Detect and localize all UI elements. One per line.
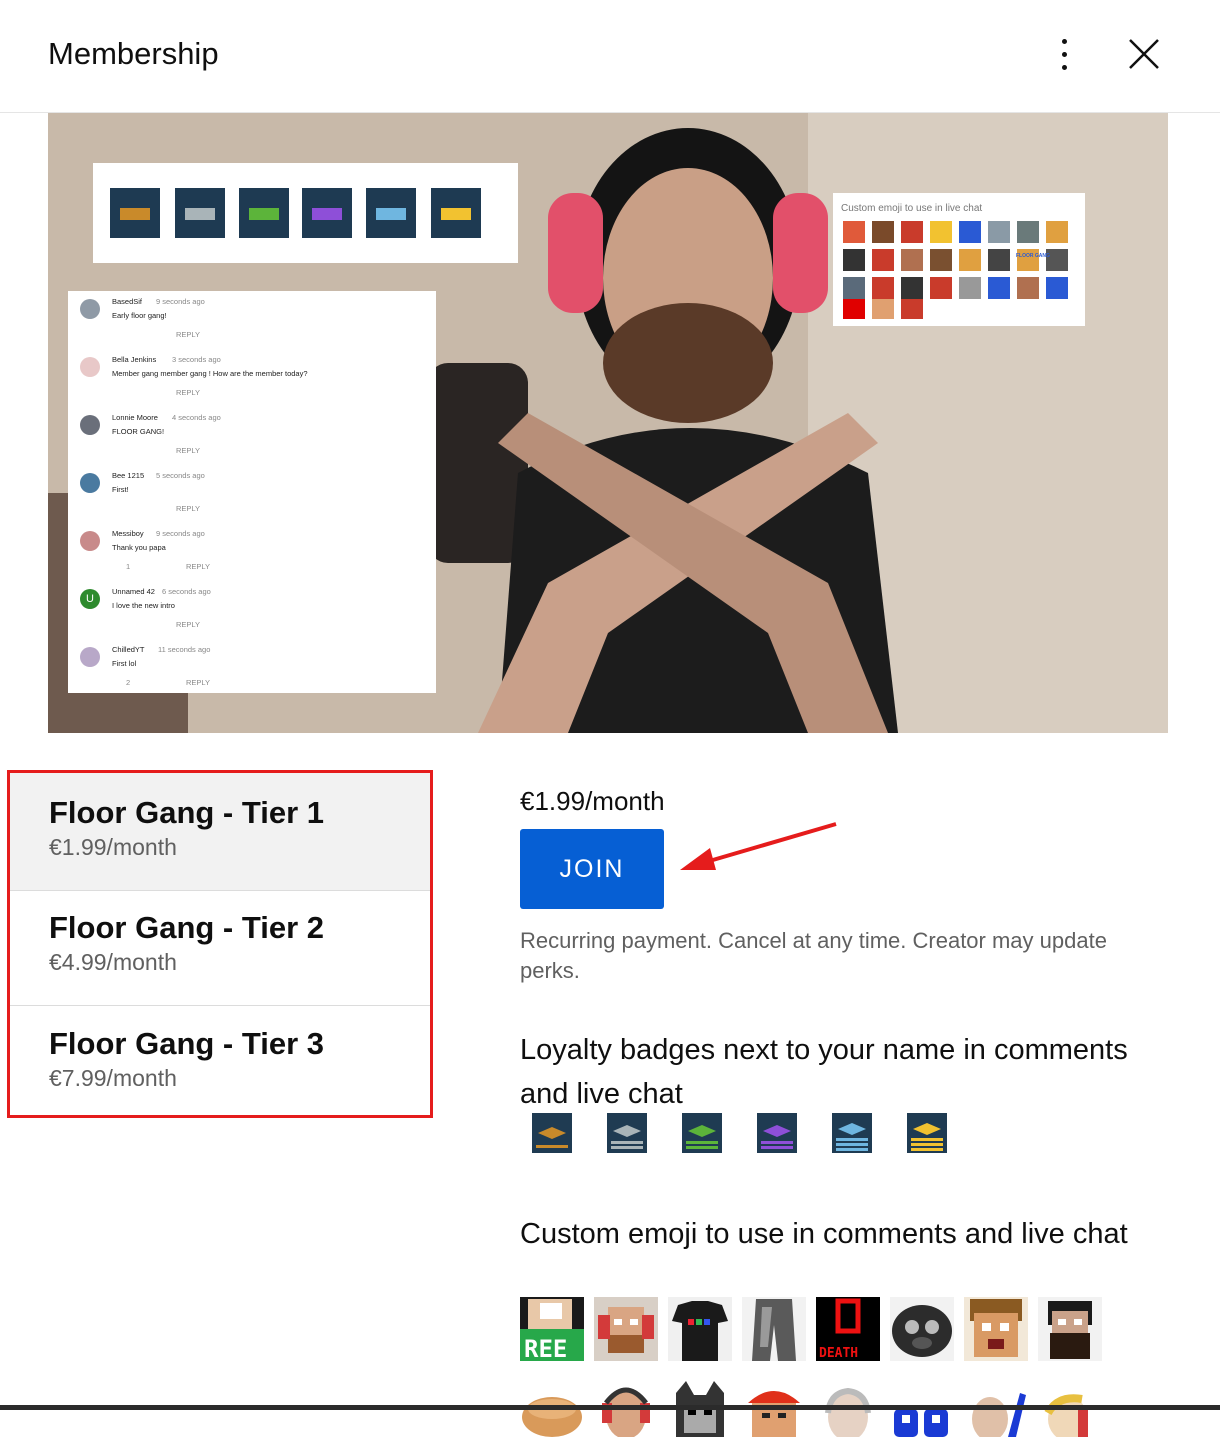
avatar: U: [80, 589, 100, 609]
tier-name: Floor Gang - Tier 1: [49, 795, 325, 830]
like-count: 1: [126, 562, 131, 571]
tier-price: €7.99/month: [49, 1065, 177, 1091]
more-vert-icon[interactable]: [1044, 30, 1084, 78]
comment-author: Unnamed 42: [112, 587, 155, 596]
comment-author: Messiboy: [112, 529, 144, 538]
pewds-headphones-emoji-icon: [594, 1297, 658, 1361]
comment-text: First!: [112, 485, 129, 494]
dialog-header: Membership: [0, 0, 1220, 113]
avatar: [80, 415, 100, 435]
green-badge-icon: [682, 1113, 722, 1153]
tier-name: Floor Gang - Tier 2: [49, 910, 325, 945]
avatar: [80, 357, 100, 377]
comment-text: I love the new intro: [112, 601, 175, 610]
comment-text: First lol: [112, 659, 137, 668]
hero-comment: U Unnamed 42 6 seconds ago I love the ne…: [78, 587, 428, 645]
tier-name: Floor Gang - Tier 3: [49, 1026, 325, 1061]
comment-text: FLOOR GANG!: [112, 427, 165, 436]
loyalty-badges: [532, 1113, 947, 1153]
annotation-arrow: [680, 822, 837, 870]
comment-author: BasedSif: [112, 297, 143, 306]
death-emoji-icon: DEATH: [816, 1297, 880, 1361]
recurring-payment-note: Recurring payment. Cancel at any time. C…: [520, 928, 1107, 983]
tier-price: €1.99/month: [49, 834, 177, 860]
hero-comment: ChilledYT 11 seconds ago First lol 2 REP…: [78, 645, 428, 695]
purple-badge-icon: [757, 1113, 797, 1153]
avatar: [80, 647, 100, 667]
comment-time: 11 seconds ago: [158, 645, 211, 654]
membership-hero-image: Custom emoji to use in live chat BasedSi…: [48, 113, 1168, 733]
hero-comment: BasedSif 9 seconds ago Early floor gang!…: [78, 297, 428, 355]
shocked-face-emoji-icon: [964, 1297, 1028, 1361]
reply-link: REPLY: [176, 330, 201, 339]
close-icon[interactable]: [1124, 34, 1164, 74]
reply-link: REPLY: [186, 562, 211, 571]
tier-option-2[interactable]: Floor Gang - Tier 2 €4.99/month: [10, 888, 430, 1006]
comment-author: Lonnie Moore: [112, 413, 158, 422]
comment-author: Bella Jenkins: [112, 355, 157, 364]
ree-emoji-text: REE: [524, 1335, 567, 1361]
blue-badge-icon: [832, 1113, 872, 1153]
reply-link: REPLY: [176, 620, 201, 629]
ree-emoji-icon: REE: [520, 1297, 584, 1361]
comment-author: Bee 1215: [112, 471, 145, 480]
perk-loyalty-badges-title: Loyalty badges next to your name in comm…: [520, 1034, 1128, 1110]
comment-text: Member gang member gang ! How are the me…: [112, 369, 308, 378]
death-emoji-text: DEATH: [819, 1346, 858, 1361]
bronze-badge-icon: [532, 1113, 572, 1153]
reply-link: REPLY: [186, 678, 211, 687]
avatar: [80, 473, 100, 493]
avatar: [80, 531, 100, 551]
join-button[interactable]: JOIN: [520, 829, 664, 909]
comment-time: 4 seconds ago: [172, 413, 221, 422]
pug-emoji-icon: [890, 1297, 954, 1361]
hero-comment: Lonnie Moore 4 seconds ago FLOOR GANG! R…: [78, 413, 428, 471]
custom-emoji-grid: REE DEATH: [520, 1297, 1120, 1437]
hero-comment: Messiboy 9 seconds ago Thank you papa 1 …: [78, 529, 428, 587]
beard-face-emoji-icon: [1038, 1297, 1102, 1361]
like-count: 2: [126, 678, 131, 687]
reply-link: REPLY: [176, 504, 201, 513]
comment-time: 9 seconds ago: [156, 529, 205, 538]
hero-emoji-panel-title: Custom emoji to use in live chat: [841, 203, 983, 214]
selected-tier-price: €1.99/month: [520, 786, 665, 816]
tier-option-3[interactable]: Floor Gang - Tier 3 €7.99/month: [10, 1004, 430, 1122]
reply-link: REPLY: [176, 446, 201, 455]
comment-author: ChilledYT: [112, 645, 145, 654]
comment-time: 9 seconds ago: [156, 297, 205, 306]
tier-option-1[interactable]: Floor Gang - Tier 1 €1.99/month: [10, 773, 430, 891]
silver-badge-icon: [607, 1113, 647, 1153]
hero-floor-gang-emoji: FLOOR GANG: [1016, 253, 1050, 259]
tshirt-emoji-icon: [668, 1297, 732, 1361]
comment-time: 6 seconds ago: [162, 587, 211, 596]
pants-emoji-icon: [742, 1297, 806, 1361]
reply-link: REPLY: [176, 388, 201, 397]
comment-text: Thank you papa: [112, 543, 166, 552]
avatar: [80, 299, 100, 319]
perk-custom-emoji-title: Custom emoji to use in comments and live…: [520, 1218, 1128, 1250]
gold-badge-icon: [907, 1113, 947, 1153]
comment-time: 3 seconds ago: [172, 355, 221, 364]
tier-list: Floor Gang - Tier 1 €1.99/month Floor Ga…: [7, 770, 433, 1118]
window-bottom-edge: [0, 1405, 1220, 1410]
tier-price: €4.99/month: [49, 949, 177, 975]
dialog-title: Membership: [48, 36, 219, 71]
hero-comment: Bee 1215 5 seconds ago First! REPLY: [78, 471, 428, 529]
comment-time: 5 seconds ago: [156, 471, 205, 480]
hero-comment: Bella Jenkins 3 seconds ago Member gang …: [78, 355, 428, 413]
comment-text: Early floor gang!: [112, 311, 167, 320]
